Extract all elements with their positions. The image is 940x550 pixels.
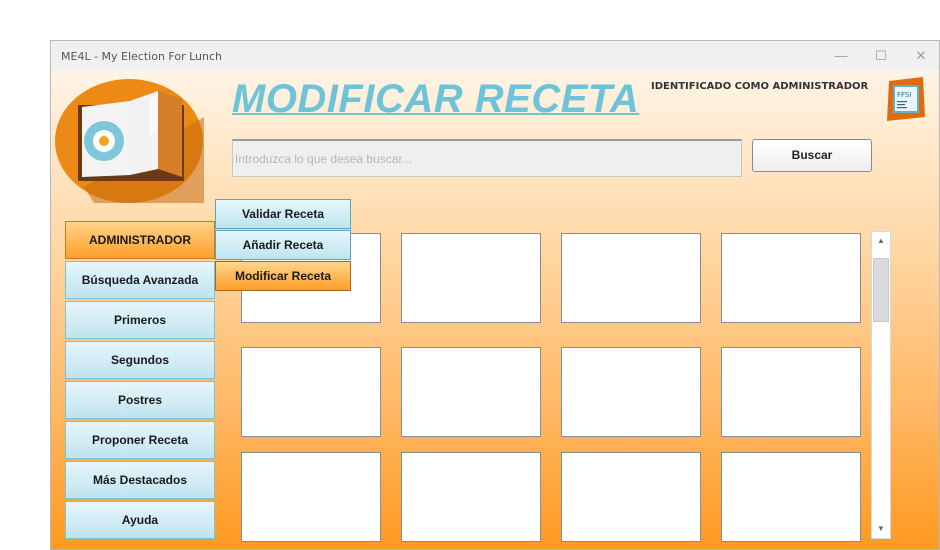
scrollbar-thumb[interactable] <box>873 258 889 322</box>
window-title: ME4L - My Election For Lunch <box>61 50 222 63</box>
minimize-button[interactable]: — <box>826 45 856 67</box>
menu-item-anadir-receta[interactable]: Añadir Receta <box>215 230 351 260</box>
ffsi-badge-text: FFSI <box>897 91 911 99</box>
search-button[interactable]: Buscar <box>752 139 872 172</box>
recipe-card[interactable] <box>561 233 701 323</box>
sidebar-item-postres[interactable]: Postres <box>65 381 215 419</box>
recipe-card[interactable] <box>721 452 861 542</box>
sidebar-item-proponer-receta[interactable]: Proponer Receta <box>65 421 215 459</box>
sidebar-item-busqueda-avanzada[interactable]: Búsqueda Avanzada <box>65 261 215 299</box>
recipe-card[interactable] <box>401 347 541 437</box>
title-bar[interactable]: ME4L - My Election For Lunch — ☐ ✕ <box>51 41 939 71</box>
scroll-down-arrow-icon[interactable]: ▼ <box>872 520 890 538</box>
recipe-card[interactable] <box>721 347 861 437</box>
open-book-logo-icon <box>55 79 204 203</box>
sidebar-item-ayuda[interactable]: Ayuda <box>65 501 215 539</box>
sidebar-item-primeros[interactable]: Primeros <box>65 301 215 339</box>
page-title: MODIFICAR RECETA <box>232 77 640 121</box>
sidebar-item-administrador[interactable]: ADMINISTRADOR <box>65 221 215 259</box>
recipe-card[interactable] <box>401 233 541 323</box>
menu-item-validar-receta[interactable]: Validar Receta <box>215 199 351 229</box>
recipe-card[interactable] <box>561 347 701 437</box>
maximize-button[interactable]: ☐ <box>866 45 896 67</box>
recipe-card[interactable] <box>241 347 381 437</box>
recipe-card[interactable] <box>561 452 701 542</box>
recipe-card[interactable] <box>401 452 541 542</box>
scroll-up-arrow-icon[interactable]: ▲ <box>872 232 890 250</box>
user-status-label: IDENTIFICADO COMO ADMINISTRADOR <box>651 81 869 92</box>
main-content: MODIFICAR RECETA IDENTIFICADO COMO ADMIN… <box>51 71 939 549</box>
close-button[interactable]: ✕ <box>906 45 936 67</box>
recipe-card[interactable] <box>241 452 381 542</box>
menu-item-modificar-receta[interactable]: Modificar Receta <box>215 261 351 291</box>
vertical-scrollbar[interactable]: ▲ ▼ <box>871 231 891 539</box>
app-window: ME4L - My Election For Lunch — ☐ ✕ MODIF… <box>50 40 940 550</box>
recipe-card[interactable] <box>721 233 861 323</box>
search-input[interactable] <box>232 139 742 177</box>
ffsi-badge-icon: FFSI <box>885 77 927 123</box>
sidebar-item-mas-destacados[interactable]: Más Destacados <box>65 461 215 499</box>
sidebar-item-segundos[interactable]: Segundos <box>65 341 215 379</box>
